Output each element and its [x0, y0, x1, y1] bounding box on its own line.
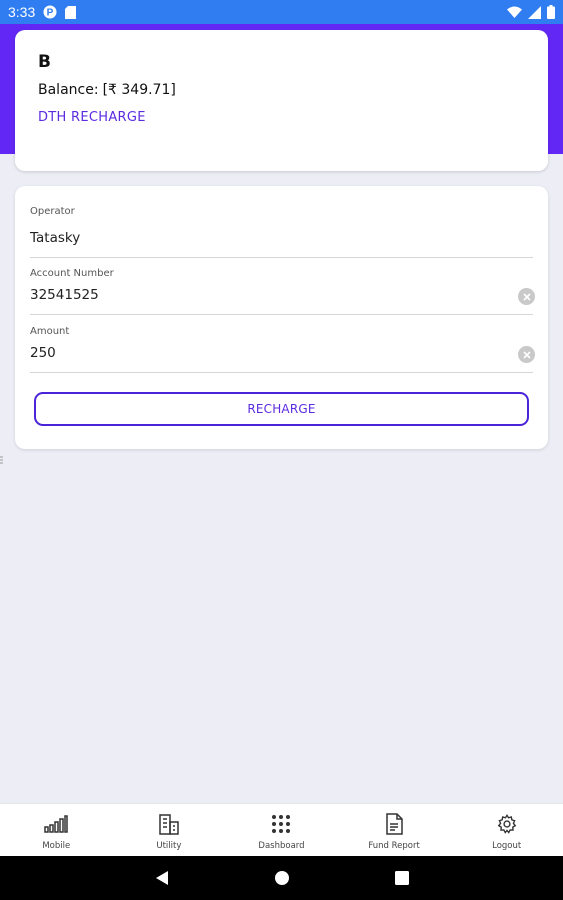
signal-bars-icon	[44, 813, 69, 835]
amount-label: Amount	[30, 326, 70, 337]
back-icon[interactable]	[152, 868, 172, 888]
battery-icon	[547, 5, 555, 19]
operator-field[interactable]: Operator Tatasky	[30, 206, 533, 258]
account-number-field[interactable]: Account Number 32541525	[30, 268, 535, 315]
amount-field[interactable]: Amount 250	[30, 326, 535, 373]
profile-card: B Balance: [₹ 349.71] DTH RECHARGE	[15, 30, 548, 171]
nav-label-dashboard: Dashboard	[258, 841, 305, 851]
signal-icon	[528, 5, 541, 19]
nav-item-dashboard[interactable]: Dashboard	[225, 804, 338, 856]
bottom-navigation: Mobile Utility Dashboard Fund Report Log…	[0, 803, 563, 856]
recharge-button[interactable]: RECHARGE	[34, 392, 529, 426]
home-icon[interactable]	[272, 868, 292, 888]
clear-amount-button[interactable]	[518, 346, 535, 363]
operator-value: Tatasky	[30, 230, 81, 246]
status-bar: 3:33 P	[0, 0, 563, 24]
balance-value: [₹ 349.71]	[102, 82, 176, 98]
sd-card-icon	[65, 5, 77, 19]
nav-item-mobile[interactable]: Mobile	[0, 804, 113, 856]
wifi-icon	[507, 6, 522, 18]
close-icon	[522, 292, 531, 301]
account-number-label: Account Number	[30, 268, 114, 279]
balance-label: Balance:	[38, 82, 99, 98]
close-icon	[522, 350, 531, 359]
nav-label-fund-report: Fund Report	[368, 841, 420, 851]
status-time: 3:33	[8, 4, 36, 20]
amount-value: 250	[30, 345, 56, 361]
nav-label-utility: Utility	[156, 841, 182, 851]
service-title: DTH RECHARGE	[38, 110, 146, 125]
nav-item-fund-report[interactable]: Fund Report	[338, 804, 451, 856]
drawer-edge-handle[interactable]	[0, 455, 4, 465]
recents-icon[interactable]	[392, 868, 412, 888]
operator-label: Operator	[30, 206, 75, 217]
nav-label-logout: Logout	[492, 841, 522, 851]
gear-icon	[495, 813, 519, 835]
balance-row: Balance: [₹ 349.71]	[38, 82, 525, 98]
profile-name: B	[38, 52, 51, 72]
grid-dots-icon	[269, 813, 293, 835]
nav-item-logout[interactable]: Logout	[450, 804, 563, 856]
document-icon	[382, 813, 406, 835]
svg-text:P: P	[47, 8, 54, 19]
system-navigation-bar	[0, 856, 563, 900]
nav-item-utility[interactable]: Utility	[113, 804, 226, 856]
building-icon	[157, 813, 181, 835]
account-number-value: 32541525	[30, 287, 99, 303]
recharge-form-card: Operator Tatasky Account Number 32541525…	[15, 186, 548, 449]
nav-label-mobile: Mobile	[42, 841, 71, 851]
clear-account-number-button[interactable]	[518, 288, 535, 305]
p-badge-icon: P	[43, 5, 57, 19]
